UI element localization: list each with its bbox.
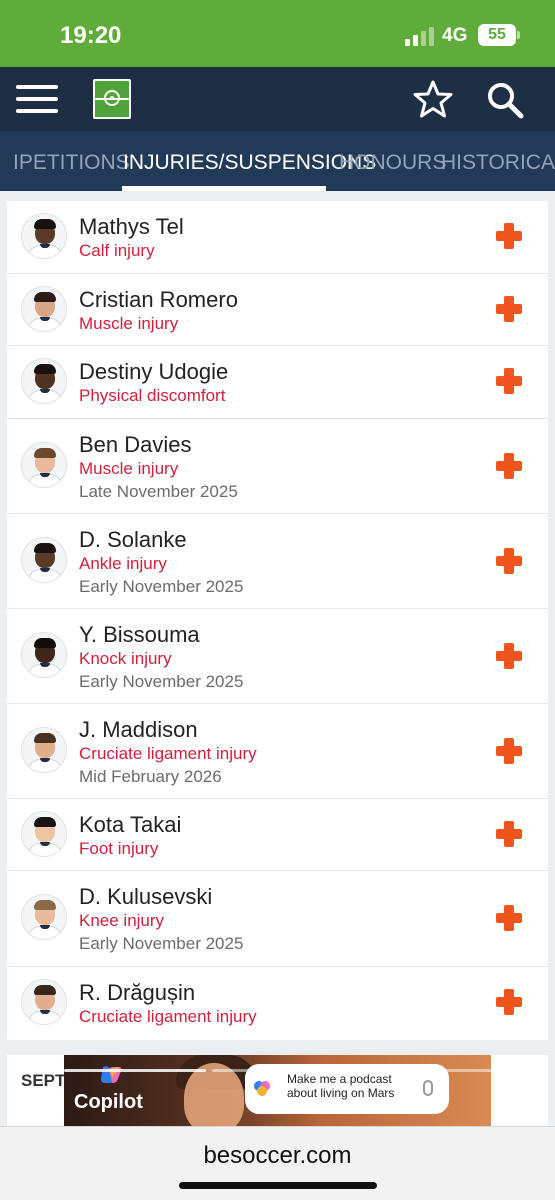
injury-cross-icon [496,368,522,394]
list-item[interactable]: D. Solanke Ankle injury Early November 2… [7,514,548,609]
return-date: Early November 2025 [79,672,244,691]
menu-icon[interactable] [16,83,58,115]
injury-cross-icon [496,223,522,249]
player-avatar [21,286,67,332]
tab-competitions[interactable]: IPETITIONS [13,151,130,175]
microphone-icon [423,1080,433,1096]
pitch-logo-icon[interactable] [93,79,131,119]
injury-cross-icon [496,296,522,322]
injury-type: Foot injury [79,839,159,858]
player-avatar [21,358,67,404]
player-name: Mathys Tel [79,214,184,239]
player-avatar [21,632,67,678]
injury-cross-icon [496,905,522,931]
injury-cross-icon [496,643,522,669]
copilot-ad-banner[interactable]: Copilot Make me a podcast about living o… [64,1055,491,1127]
injury-cross-icon [496,738,522,764]
injury-cross-icon [496,821,522,847]
player-name: D. Solanke [79,527,187,552]
player-name: Destiny Udogie [79,359,229,384]
copilot-small-icon [254,1081,270,1096]
list-item[interactable]: Destiny Udogie Physical discomfort [7,346,548,419]
player-avatar [21,537,67,583]
injury-type: Cruciate ligament injury [79,744,257,763]
list-item[interactable]: Mathys Tel Calf injury [7,201,548,274]
app-header [0,67,555,131]
list-item[interactable]: Cristian Romero Muscle injury [7,274,548,346]
player-avatar [21,213,67,259]
network-type: 4G [442,25,468,46]
active-tab-indicator [122,186,326,191]
battery-level: 55 [488,26,506,43]
injury-type: Muscle injury [79,459,179,478]
section-tabs: IPETITIONS INJURIES/SUSPENSIONS HONOURS … [0,131,555,191]
return-date: Late November 2025 [79,482,238,501]
injuries-list: Mathys Tel Calf injury Cristian Romero M… [7,201,548,1040]
ad-prompt-text: Make me a podcast about living on Mars [287,1072,395,1100]
injury-type: Knock injury [79,649,172,668]
player-avatar [21,979,67,1025]
injury-cross-icon [496,548,522,574]
home-indicator[interactable] [179,1182,377,1189]
return-date: Mid February 2026 [79,767,222,786]
list-item[interactable]: Kota Takai Foot injury [7,799,548,871]
return-date: Early November 2025 [79,934,244,953]
injury-cross-icon [496,453,522,479]
list-item[interactable]: R. Drăgușin Cruciate ligament injury [7,967,548,1040]
player-name: Kota Takai [79,812,182,837]
star-icon[interactable] [413,79,453,119]
ad-story-progress [64,1069,504,1072]
injury-type: Muscle injury [79,314,179,333]
player-avatar [21,894,67,940]
signal-icon [405,27,435,46]
list-item[interactable]: D. Kulusevski Knee injury Early November… [7,871,548,967]
player-avatar [21,442,67,488]
player-name: R. Drăgușin [79,980,196,1005]
injury-cross-icon [496,989,522,1015]
player-name: J. Maddison [79,717,198,742]
injury-type: Cruciate ligament injury [79,1007,257,1026]
player-name: Cristian Romero [79,287,238,312]
player-avatar [21,727,67,773]
player-avatar [21,811,67,857]
tab-historical[interactable]: HISTORICAL [441,151,555,175]
url-text[interactable]: besoccer.com [0,1142,555,1170]
copilot-logo-icon [101,1066,122,1083]
injury-type: Ankle injury [79,554,167,573]
ad-brand: Copilot [74,1091,143,1113]
injury-type: Calf injury [79,241,155,260]
list-item[interactable]: Y. Bissouma Knock injury Early November … [7,609,548,704]
search-icon[interactable] [486,81,524,119]
next-section-title: SEPT [21,1071,66,1090]
player-name: D. Kulusevski [79,884,213,909]
player-name: Ben Davies [79,432,192,457]
status-bar: 19:20 4G 55 [0,0,555,67]
player-name: Y. Bissouma [79,622,200,647]
tab-honours[interactable]: HONOURS [339,151,446,175]
browser-address-bar[interactable]: besoccer.com [0,1126,555,1200]
injury-type: Knee injury [79,911,165,930]
list-item[interactable]: J. Maddison Cruciate ligament injury Mid… [7,704,548,799]
status-time: 19:20 [60,22,122,49]
return-date: Early November 2025 [79,577,244,596]
battery-icon: 55 [478,24,520,46]
injury-type: Physical discomfort [79,386,226,405]
list-item[interactable]: Ben Davies Muscle injury Late November 2… [7,419,548,514]
